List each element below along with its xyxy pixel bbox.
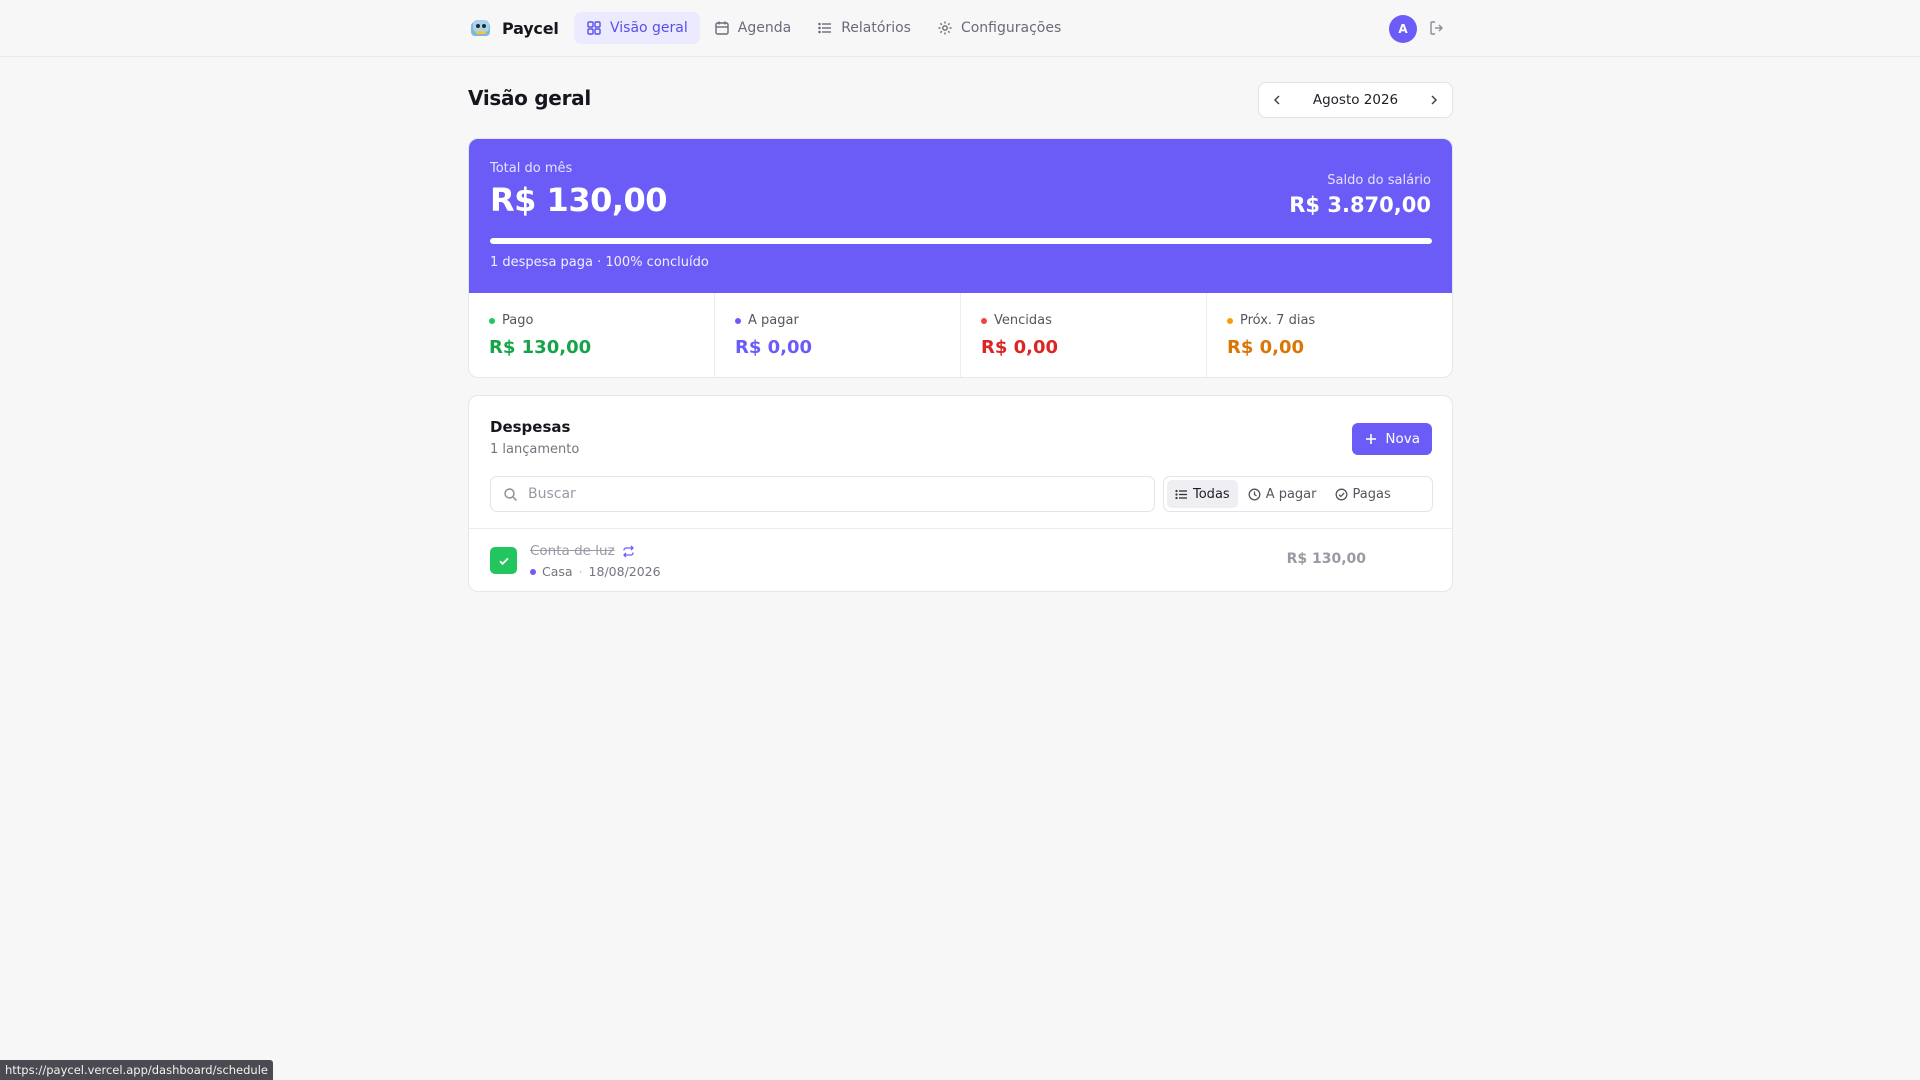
stat-pago: Pago R$ 130,00 [469,293,715,377]
stat-label: Vencidas [981,313,1052,328]
filter-label: A pagar [1265,486,1317,502]
new-expense-label: Nova [1385,431,1420,447]
progress-caption: 1 despesa paga · 100% concluído [490,255,709,270]
clock-icon [1248,488,1261,500]
expense-name-text: Conta de luz [530,543,615,559]
stat-value: R$ 130,00 [489,337,592,358]
progress-fill [490,238,1432,244]
list-icon [818,22,832,34]
check-circle-icon [1335,488,1347,500]
search-input[interactable] [528,486,1128,502]
nav-item-configuracoes[interactable]: Configurações [925,12,1073,44]
stat-label-text: Pago [502,313,534,328]
paid-checkbox[interactable] [490,547,517,574]
main-nav: Visão geral Agenda Relatórios Configuraç… [574,12,1073,44]
status-dot-icon [489,317,495,324]
meta-separator: · [578,564,583,579]
nav-item-label: Visão geral [610,20,688,36]
expense-name: Conta de luz [530,543,635,559]
stat-label: Próx. 7 dias [1227,313,1315,328]
nav-item-label: Agenda [737,20,792,36]
stat-vencidas: Vencidas R$ 0,00 [961,293,1207,377]
summary-card: Total do mês R$ 130,00 Saldo do salário … [468,138,1453,378]
nav-item-agenda[interactable]: Agenda [702,12,803,44]
status-dot-icon [1227,317,1233,324]
stat-label-text: Próx. 7 dias [1240,313,1316,328]
grid-icon [587,21,601,35]
page-title: Visão geral [468,86,591,110]
month-picker: Agosto 2026 [1258,82,1453,118]
paycel-logo-icon [471,20,490,36]
status-dot-icon [735,317,741,324]
brand[interactable]: Paycel [470,16,559,40]
stat-label: Pago [489,313,533,328]
salary-balance-value: R$ 3.870,00 [1289,193,1431,217]
expense-category: Casa [542,564,573,579]
expenses-title: Despesas [490,418,571,436]
chevron-right-icon[interactable] [1426,92,1442,108]
stat-label-text: A pagar [748,313,799,328]
status-dot-icon [981,317,987,324]
new-expense-button[interactable]: Nova [1352,423,1432,455]
filter-todas[interactable]: Todas [1167,480,1238,508]
stat-value: R$ 0,00 [735,337,813,358]
stats-row: Pago R$ 130,00 A pagar R$ 0,00 Vencidas … [469,293,1452,377]
total-value: R$ 130,00 [490,181,668,219]
list-icon [1175,489,1187,499]
brand-name: Paycel [502,18,559,38]
chevron-left-icon[interactable] [1269,92,1285,108]
stat-proximos-7-dias: Próx. 7 dias R$ 0,00 [1207,293,1452,377]
user-avatar[interactable]: A [1389,15,1417,43]
nav-item-visao-geral[interactable]: Visão geral [574,12,700,44]
month-label: Agosto 2026 [1312,92,1399,108]
browser-status-url: https://paycel.vercel.app/dashboard/sche… [0,1060,273,1080]
filter-pagas[interactable]: Pagas [1327,480,1399,508]
salary-balance-label: Saldo do salário [1327,173,1431,188]
gear-icon [938,21,952,35]
nav-item-label: Configurações [960,20,1062,36]
filter-a-pagar[interactable]: A pagar [1240,480,1325,508]
filter-label: Todas [1193,486,1230,502]
calendar-icon [715,21,729,35]
filter-group: Todas A pagar Pagas [1163,476,1433,512]
summary-hero: Total do mês R$ 130,00 Saldo do salário … [469,139,1452,293]
search-box [490,476,1155,512]
stat-a-pagar: A pagar R$ 0,00 [715,293,961,377]
expense-date: 18/08/2026 [588,564,661,579]
expense-meta: Casa · 18/08/2026 [530,564,661,579]
stat-value: R$ 0,00 [981,337,1059,358]
logout-icon[interactable] [1428,19,1446,37]
expenses-count: 1 lançamento [490,442,580,457]
progress-bar [490,238,1432,244]
nav-item-label: Relatórios [841,20,911,36]
expense-amount: R$ 130,00 [1286,551,1366,567]
top-navigation-bar: Paycel Visão geral Agenda Relatórios Con… [0,0,1920,57]
expenses-card: Despesas 1 lançamento Nova Todas A pagar [468,395,1453,592]
plus-icon [1366,434,1377,444]
filter-label: Pagas [1352,486,1391,502]
stat-value: R$ 0,00 [1227,337,1305,358]
category-dot-icon [530,568,536,575]
total-label: Total do mês [490,161,573,176]
expense-row[interactable]: Conta de luz Casa · 18/08/2026 R$ 130,00 [469,529,1452,592]
repeat-icon [622,545,634,557]
stat-label-text: Vencidas [994,313,1052,328]
check-icon [498,557,509,565]
nav-item-relatorios[interactable]: Relatórios [805,12,923,44]
search-icon [504,487,517,501]
stat-label: A pagar [735,313,799,328]
